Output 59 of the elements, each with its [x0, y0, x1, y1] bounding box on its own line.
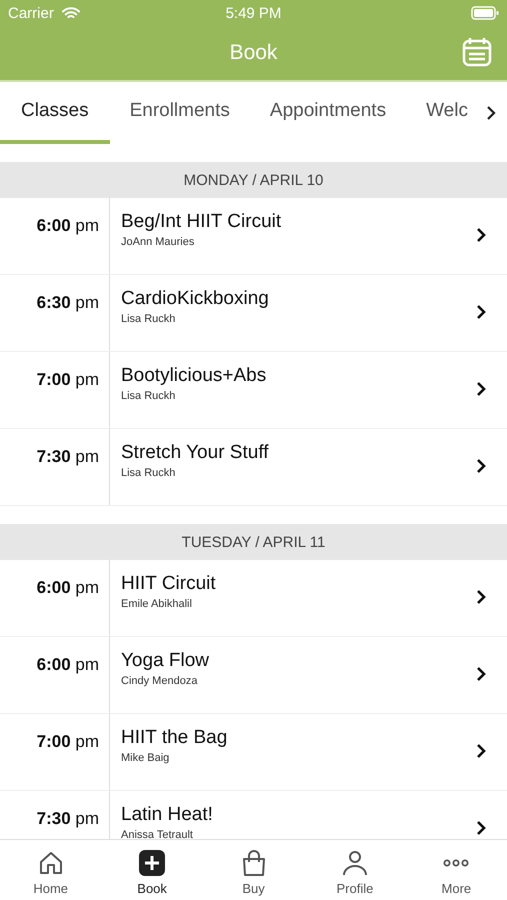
class-row[interactable]: 6:30 pm CardioKickboxing Lisa Ruckh	[0, 275, 507, 352]
class-row[interactable]: 7:30 pm Stretch Your Stuff Lisa Ruckh	[0, 429, 507, 506]
tab-bar-item[interactable]: Book	[101, 840, 203, 900]
class-name: CardioKickboxing	[121, 289, 270, 310]
instructor-name: Anissa Tetrault	[121, 828, 194, 839]
instructor-name: Mike Baig	[121, 752, 170, 766]
instructor-name: Lisa Ruckh	[121, 466, 176, 480]
tab[interactable]: Enrollments	[110, 82, 250, 144]
carrier-name: Carrier	[8, 4, 54, 22]
class-name: Bootylicious+Abs	[121, 366, 268, 387]
chevron-right-icon	[475, 457, 487, 475]
instructor-name: Lisa Ruckh	[121, 312, 176, 326]
person-icon	[340, 849, 369, 877]
chevron-right-icon	[475, 742, 487, 760]
instructor-name: Emile Abikhalil	[121, 598, 193, 612]
class-row[interactable]: 7:00 pm HIIT the Bag Mike Baig	[0, 714, 507, 791]
class-name: Stretch Your Stuff	[121, 443, 270, 464]
wifi-icon	[62, 6, 80, 20]
class-name: Beg/Int HIIT Circuit	[121, 212, 282, 233]
tab-bar-item[interactable]: Profile	[304, 840, 406, 900]
tab-bar-item[interactable]: Buy	[202, 840, 304, 900]
chevron-right-icon	[475, 303, 487, 321]
chevron-right-icon	[475, 819, 487, 837]
instructor-name: Cindy Mendoza	[121, 674, 198, 688]
class-time: 7:30 pm	[36, 447, 99, 466]
class-name: Latin Heat!	[121, 805, 214, 826]
class-time: 7:00 pm	[36, 732, 99, 751]
tab[interactable]: Classes	[0, 82, 110, 144]
instructor-name: Lisa Ruckh	[121, 390, 176, 404]
chevron-right-icon	[475, 588, 487, 606]
chevron-right-icon[interactable]	[485, 104, 497, 122]
day-header: MONDAY / APRIL 10	[0, 162, 507, 198]
tab-bar-item[interactable]: More	[406, 840, 507, 900]
class-name: HIIT the Bag	[121, 728, 228, 749]
screen-title: Book	[230, 41, 278, 65]
tab-bar-item[interactable]: Home	[0, 840, 102, 900]
plus-icon	[138, 849, 166, 877]
class-time: 7:30 pm	[36, 809, 99, 828]
instructor-name: JoAnn Mauries	[121, 236, 196, 250]
tab[interactable]: Appointments	[250, 82, 406, 144]
class-row[interactable]: 6:00 pm HIIT Circuit Emile Abikhalil	[0, 560, 507, 637]
chevron-right-icon	[475, 226, 487, 244]
class-time: 6:00 pm	[36, 578, 99, 597]
more-icon	[442, 859, 470, 867]
clock-time: 5:49 PM	[226, 4, 282, 22]
class-time: 6:00 pm	[36, 216, 99, 235]
battery-icon	[471, 6, 499, 20]
class-time: 6:00 pm	[36, 655, 99, 674]
class-row[interactable]: 6:00 pm Beg/Int HIIT Circuit JoAnn Mauries	[0, 198, 507, 275]
class-name: Yoga Flow	[121, 651, 210, 672]
class-name: HIIT Circuit	[121, 574, 217, 595]
class-time: 7:00 pm	[36, 370, 99, 389]
chevron-right-icon	[475, 380, 487, 398]
chevron-right-icon	[475, 665, 487, 683]
class-time: 6:30 pm	[36, 293, 99, 312]
class-row[interactable]: 7:00 pm Bootylicious+Abs Lisa Ruckh	[0, 352, 507, 429]
class-row[interactable]: 6:00 pm Yoga Flow Cindy Mendoza	[0, 637, 507, 714]
tab[interactable]: Welc	[406, 82, 488, 144]
day-header: TUESDAY / APRIL 11	[0, 524, 507, 560]
